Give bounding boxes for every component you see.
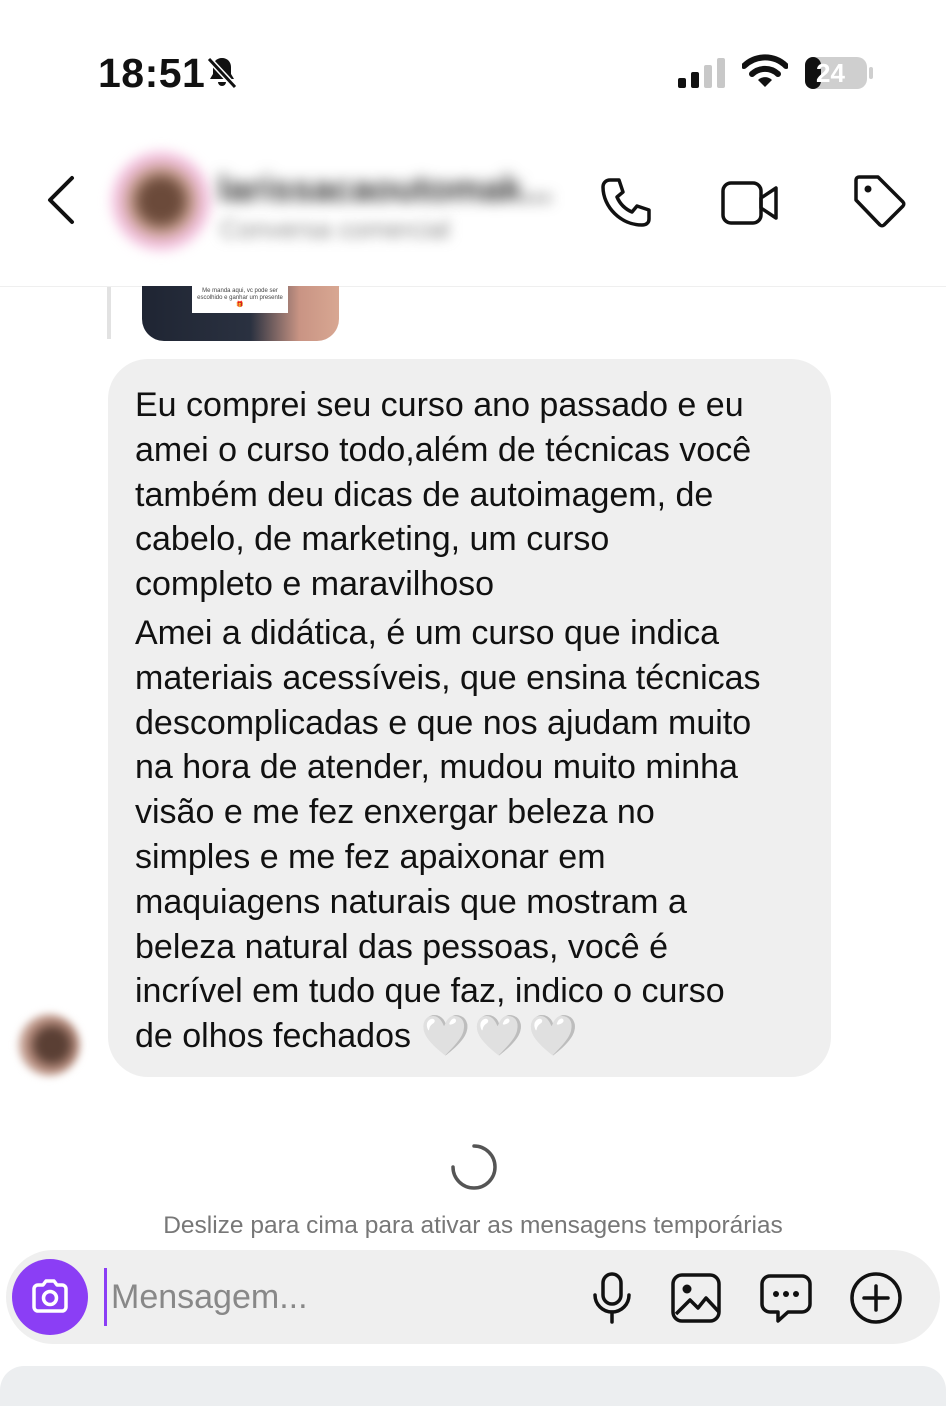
contact-subtitle: Conversa comercial [220,214,450,244]
microphone-icon[interactable] [590,1271,634,1325]
loading-spinner-icon [451,1144,497,1190]
message-input[interactable] [104,1268,551,1326]
camera-icon [32,1279,68,1313]
tag-icon[interactable] [850,172,908,230]
story-reply-thumbnail[interactable]: Me manda aqui, vc pode ser escolhido e g… [142,286,339,341]
message-paragraph: Eu comprei seu curso ano passado e eu am… [135,386,752,604]
chat-header: larissacaoutomak... Conversa comercial [0,140,946,287]
camera-button[interactable] [12,1259,88,1335]
message-composer [6,1250,940,1344]
message-bubble[interactable]: Eu comprei seu curso ano passado e eu am… [108,359,831,1077]
battery-level: 24 [816,58,845,88]
contact-name[interactable]: larissacaoutomak... [218,168,552,210]
gallery-icon[interactable] [670,1272,722,1324]
battery-icon: 24 [804,55,874,91]
story-caption: Me manda aqui, vc pode ser escolhido e g… [197,288,283,308]
add-circle-icon[interactable] [848,1270,904,1326]
reply-quote-line [107,287,111,339]
message-paragraph: Amei a didática, é um curso que indica m… [135,611,803,1059]
video-call-icon[interactable] [720,178,780,228]
cellular-signal-icon [678,58,725,88]
phone-call-icon[interactable] [596,174,654,232]
status-bar: 18:51 24 [0,0,946,140]
story-caption-card: Me manda aqui, vc pode ser escolhido e g… [192,286,288,313]
status-time: 18:51 [98,50,206,96]
back-arrow-icon[interactable] [42,172,82,228]
wifi-icon [742,54,788,87]
bottom-sheet-edge [0,1366,946,1406]
message-text: Amei a didática, é um curso que indica m… [135,613,761,1056]
white-heart-emojis: 🤍🤍🤍 [420,1014,582,1059]
vanish-mode-hint: Deslize para cima para ativar as mensage… [163,1212,783,1239]
contact-avatar[interactable] [112,152,210,250]
bell-muted-icon [206,56,238,90]
sender-avatar[interactable] [18,1014,80,1076]
sticker-chat-icon[interactable] [758,1270,814,1326]
